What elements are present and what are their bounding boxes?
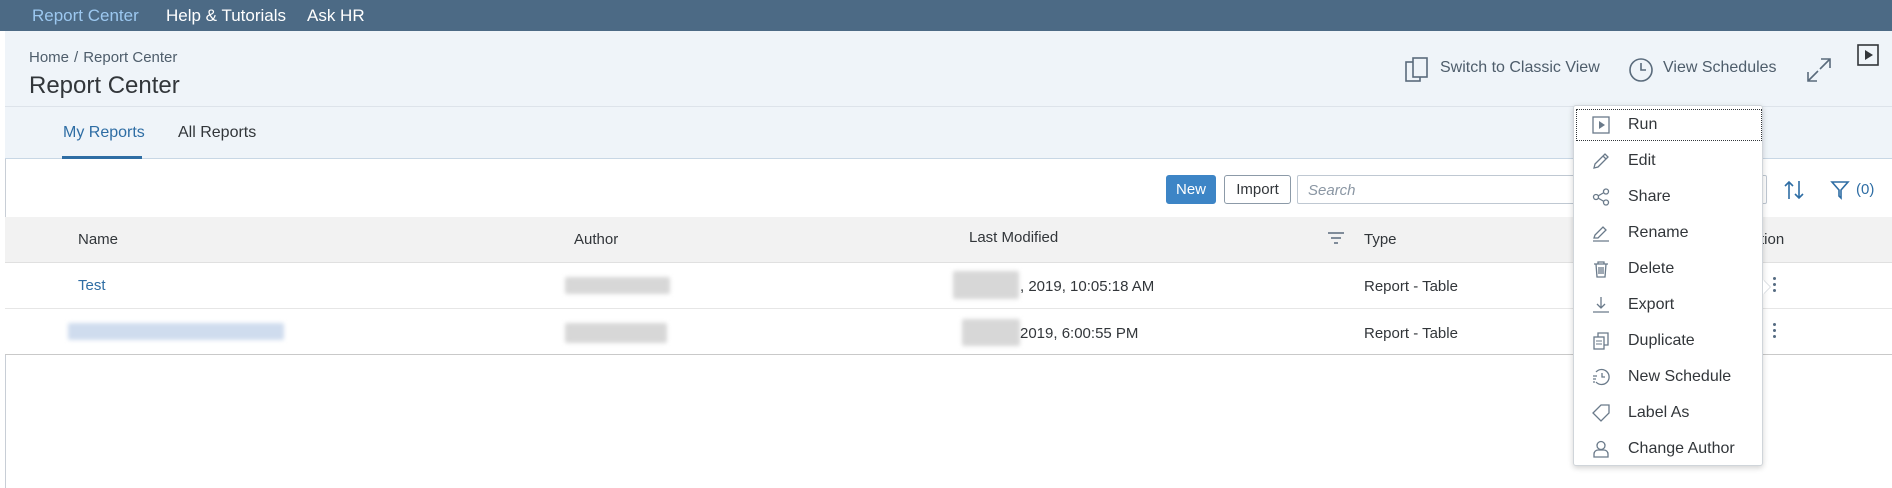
menu-item-label: Run (1628, 116, 1658, 133)
menu-item-label: Label As (1628, 404, 1690, 421)
menu-item-label: Duplicate (1628, 332, 1695, 349)
menu-item-run[interactable]: Run (1575, 108, 1763, 142)
menu-item-duplicate[interactable]: Duplicate (1575, 324, 1763, 358)
topnav-report-center[interactable]: Report Center (32, 6, 139, 26)
active-tab-indicator (62, 156, 142, 159)
sort-icon[interactable] (1783, 179, 1805, 201)
tab-all-reports[interactable]: All Reports (178, 124, 256, 142)
new-report-button[interactable]: New (1166, 175, 1216, 204)
redacted-date (953, 271, 1019, 299)
breadcrumb: Home / Report Center (29, 49, 177, 66)
menu-item-change-author[interactable]: Change Author (1575, 432, 1763, 466)
menu-item-delete[interactable]: Delete (1575, 252, 1763, 286)
filter-icon[interactable] (1830, 180, 1850, 200)
column-header-action: tion (1760, 231, 1785, 248)
column-filter-icon[interactable] (1327, 231, 1345, 247)
type-cell: Report - Table (1364, 325, 1458, 342)
redacted-author (565, 323, 667, 343)
play-video-icon[interactable] (1857, 44, 1879, 66)
filter-count[interactable]: (0) (1856, 181, 1874, 198)
share-icon (1592, 188, 1610, 206)
menu-item-label: Edit (1628, 152, 1656, 169)
menu-item-label-as[interactable]: Label As (1575, 396, 1763, 430)
report-name-link[interactable]: Test (78, 277, 106, 294)
menu-item-label: New Schedule (1628, 368, 1732, 385)
clock-icon (1629, 58, 1653, 82)
menu-item-label: Rename (1628, 224, 1689, 241)
menu-item-new-schedule[interactable]: New Schedule (1575, 360, 1763, 394)
menu-item-label: Delete (1628, 260, 1675, 277)
redacted-report-name[interactable] (68, 323, 284, 340)
schedule-icon (1593, 368, 1610, 386)
column-header-type[interactable]: Type (1364, 231, 1397, 248)
pencil-icon (1593, 153, 1609, 169)
row-actions-more-icon[interactable] (1773, 277, 1777, 295)
menu-item-rename[interactable]: Rename (1575, 216, 1763, 250)
menu-item-label: Change Author (1628, 440, 1735, 457)
expand-fullscreen-icon[interactable] (1806, 57, 1832, 83)
breadcrumb-separator: / (74, 49, 79, 66)
page-title: Report Center (29, 72, 180, 99)
menu-item-export[interactable]: Export (1575, 288, 1763, 322)
row-actions-more-icon[interactable] (1773, 323, 1777, 341)
column-header-last-modified[interactable]: Last Modified (969, 229, 1058, 246)
tab-my-reports[interactable]: My Reports (63, 124, 145, 142)
row-actions-menu: Run Edit Share Rename Delete Export Dupl… (1573, 105, 1763, 466)
redacted-date (962, 319, 1020, 346)
page-header (5, 31, 1892, 106)
topnav-help-tutorials[interactable]: Help & Tutorials (166, 6, 286, 26)
type-cell: Report - Table (1364, 278, 1458, 295)
import-button[interactable]: Import (1224, 175, 1291, 204)
download-icon (1593, 297, 1609, 313)
search-placeholder: Search (1308, 182, 1356, 199)
topnav-ask-hr[interactable]: Ask HR (307, 6, 365, 26)
last-modified-cell: , 2019, 10:05:18 AM (1020, 278, 1155, 295)
menu-item-edit[interactable]: Edit (1575, 144, 1763, 178)
menu-item-label: Share (1628, 188, 1671, 205)
column-header-name[interactable]: Name (78, 231, 118, 248)
switch-classic-view-button[interactable]: Switch to Classic View (1440, 59, 1600, 77)
menu-pointer (1763, 280, 1770, 294)
menu-item-share[interactable]: Share (1575, 180, 1763, 214)
breadcrumb-current: Report Center (83, 49, 178, 66)
last-modified-cell: 2019, 6:00:55 PM (1020, 325, 1139, 342)
switch-classic-view-icon (1405, 57, 1428, 82)
rename-icon (1593, 226, 1609, 242)
tag-icon (1592, 404, 1610, 422)
column-header-author[interactable]: Author (574, 231, 618, 248)
menu-item-label: Export (1628, 296, 1675, 313)
trash-icon (1594, 261, 1608, 278)
redacted-author (565, 277, 670, 294)
duplicate-icon (1593, 332, 1609, 350)
view-schedules-button[interactable]: View Schedules (1663, 59, 1777, 77)
breadcrumb-home[interactable]: Home (29, 49, 69, 66)
run-icon (1592, 116, 1610, 134)
person-icon (1593, 440, 1609, 458)
